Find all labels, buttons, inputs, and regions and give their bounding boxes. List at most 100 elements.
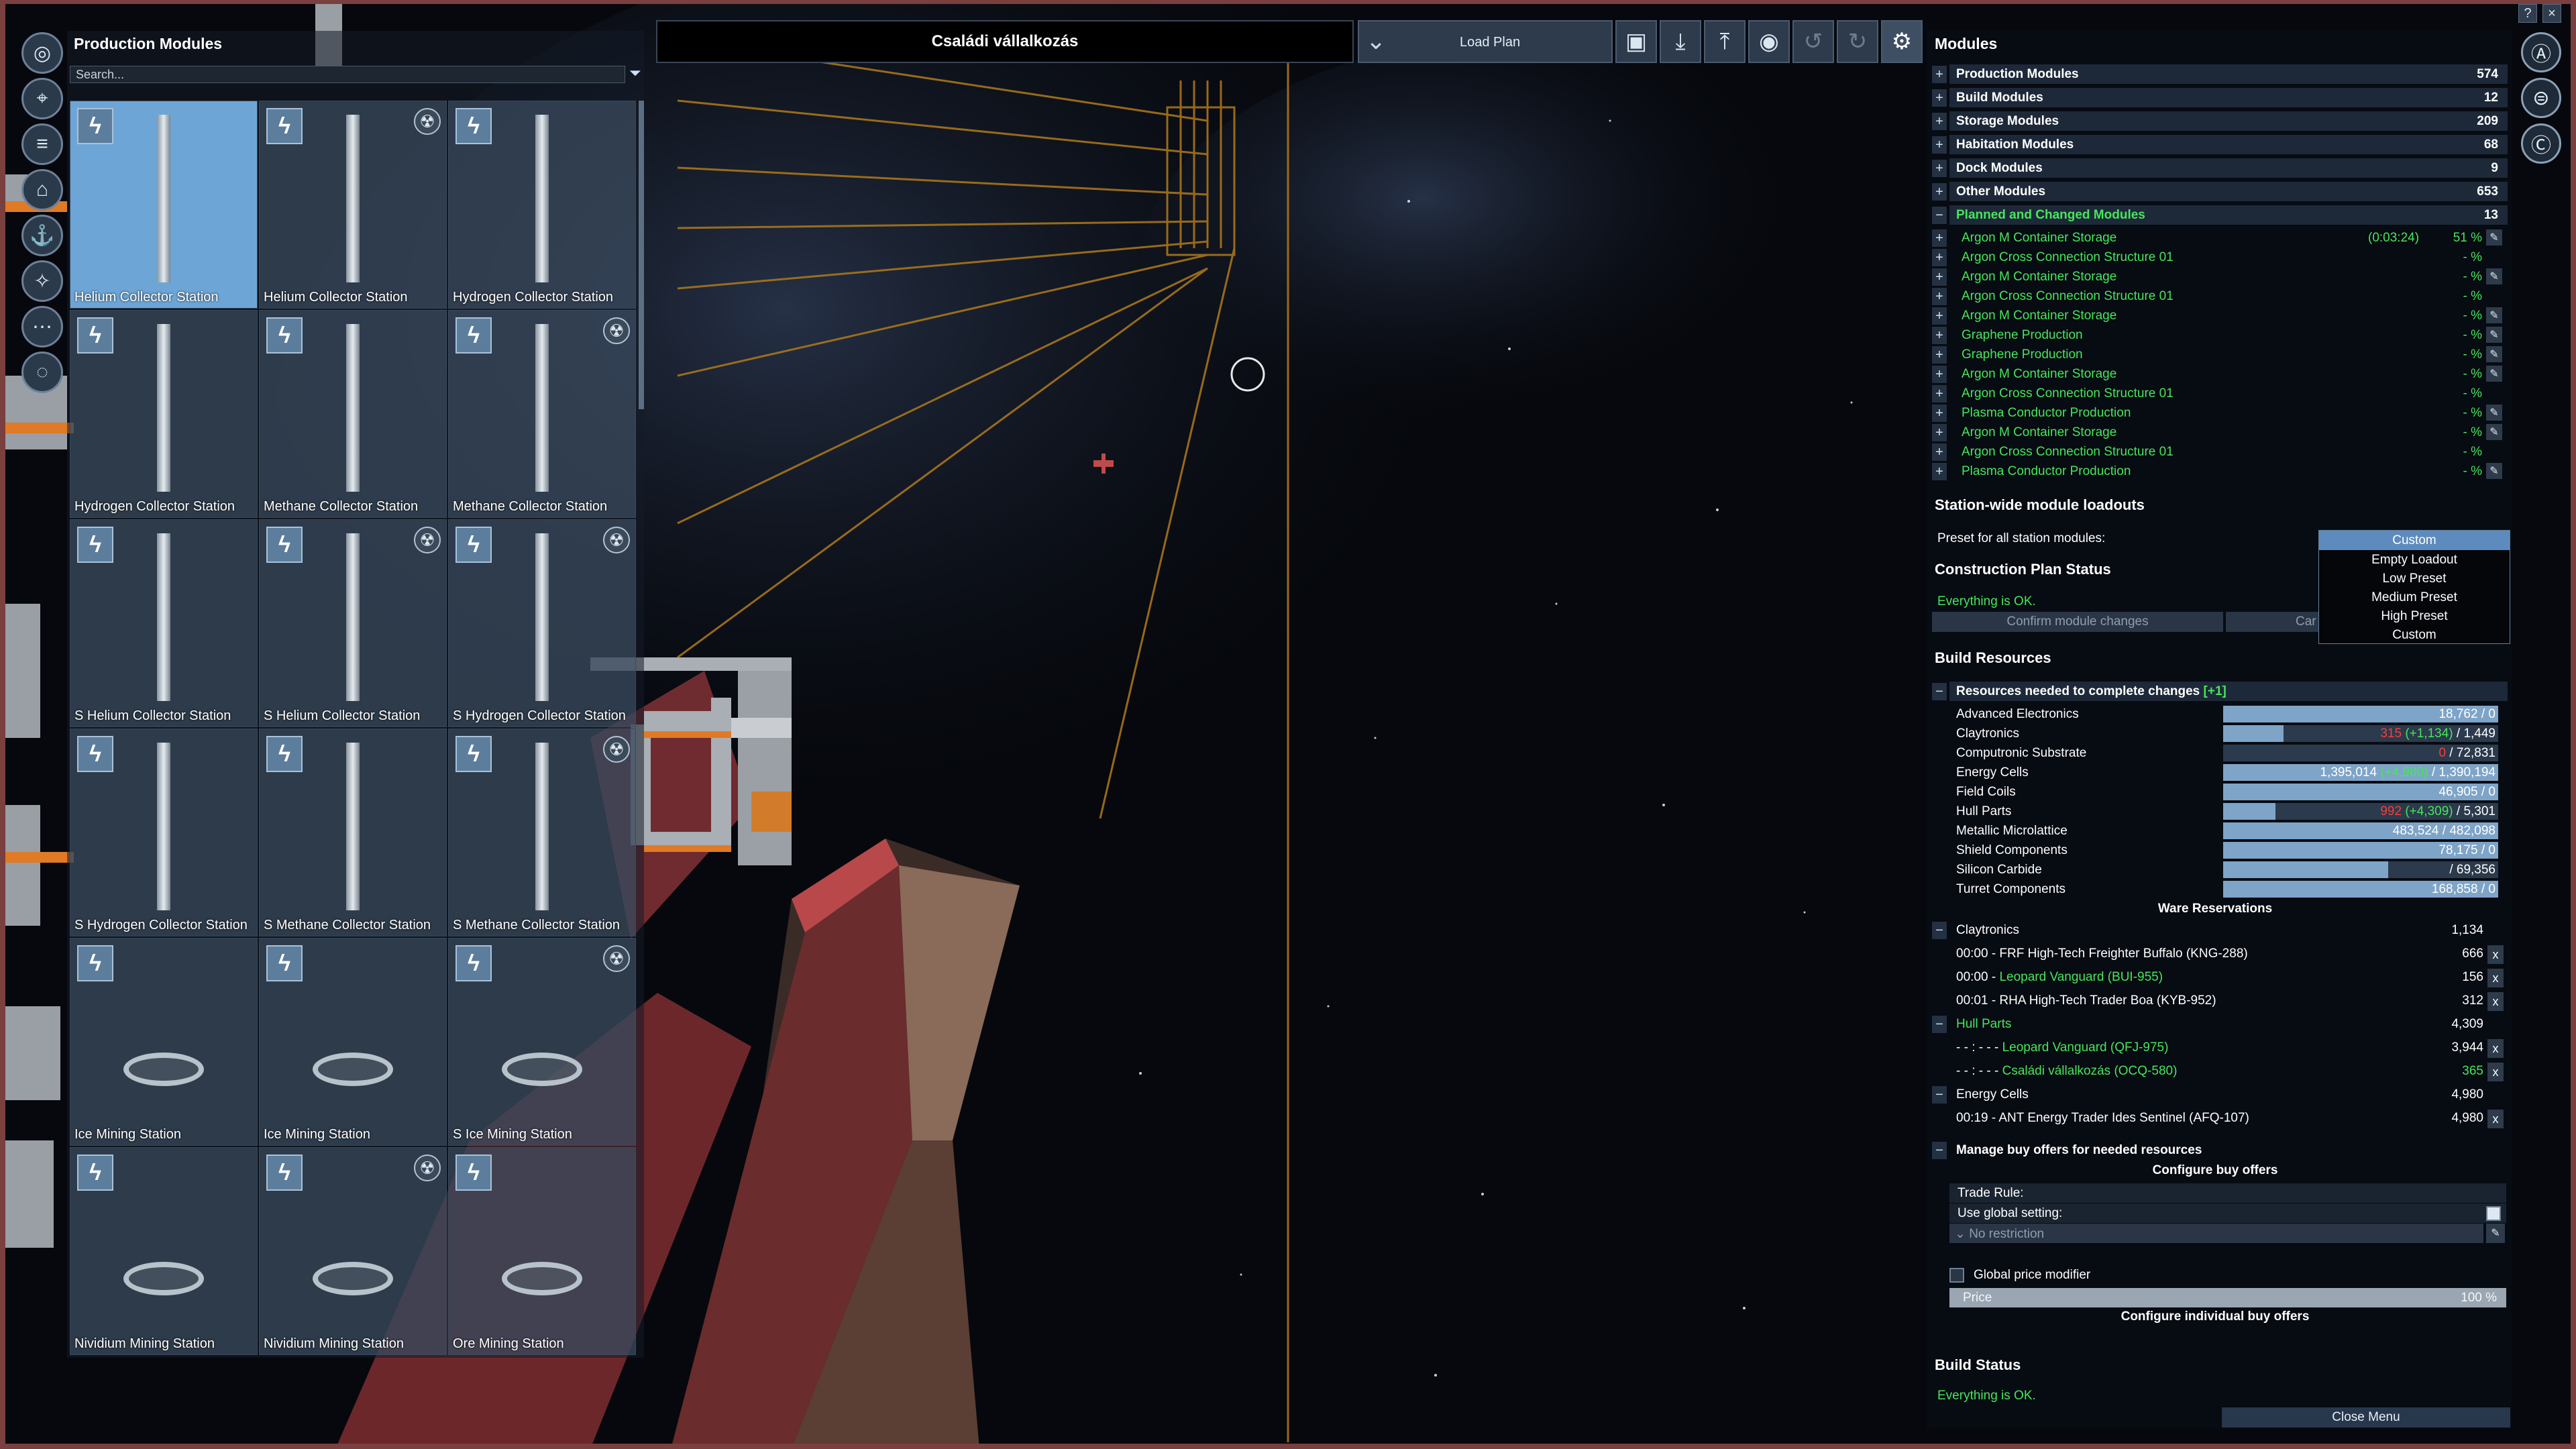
preset-dropdown-current[interactable]: Custom bbox=[2319, 531, 2510, 550]
module-tile[interactable]: ϟ S Methane Collector Station bbox=[259, 729, 447, 936]
reservation-entry[interactable]: 00:00 - Leopard Vanguard (BUI-955) 156 x bbox=[1932, 966, 2509, 989]
reservation-group-row[interactable]: − Hull Parts 4,309 bbox=[1932, 1013, 2509, 1036]
planned-module-row[interactable]: + Argon M Container Storage - % ✎ bbox=[1932, 267, 2509, 286]
module-tile[interactable]: ϟ Nividium Mining Station bbox=[70, 1147, 258, 1355]
home-icon[interactable]: ⌂ bbox=[21, 169, 63, 211]
module-tile[interactable]: ϟ Methane Collector Station bbox=[259, 310, 447, 518]
expand-icon[interactable]: + bbox=[1932, 229, 1947, 247]
global-price-checkbox[interactable] bbox=[1949, 1268, 1964, 1283]
planned-module-row[interactable]: + Plasma Conductor Production - % ✎ bbox=[1932, 403, 2509, 423]
trade-rule-dropdown[interactable]: ⌄ No restriction bbox=[1949, 1224, 2483, 1243]
save-icon[interactable]: ▣ bbox=[1615, 20, 1657, 63]
expand-icon[interactable]: + bbox=[1932, 366, 1947, 383]
expand-icon[interactable]: + bbox=[1932, 89, 1947, 107]
remove-reservation-button[interactable]: x bbox=[2487, 945, 2504, 964]
module-category-row[interactable]: + Habitation Modules 68 bbox=[1932, 135, 2509, 154]
module-tile[interactable]: ϟ S Hydrogen Collector Station bbox=[70, 729, 258, 936]
search-input[interactable]: Search... bbox=[70, 66, 625, 83]
info-icon[interactable]: ≡ bbox=[21, 123, 63, 165]
edit-icon[interactable]: ✎ bbox=[2486, 327, 2502, 343]
download-icon[interactable]: ⤓ bbox=[1660, 20, 1701, 63]
module-tile[interactable]: ϟ Ore Mining Station bbox=[448, 1147, 636, 1355]
reservation-group-row[interactable]: − Claytronics 1,134 bbox=[1932, 919, 2509, 942]
edit-icon[interactable]: ✎ bbox=[2486, 1224, 2505, 1243]
preset-option[interactable]: Empty Loadout bbox=[2319, 550, 2510, 570]
expand-icon[interactable]: + bbox=[1932, 249, 1947, 266]
module-tile[interactable]: ϟ Helium Collector Station bbox=[70, 101, 258, 309]
expand-icon[interactable]: + bbox=[1932, 307, 1947, 325]
module-tile[interactable]: ϟ ☢ Methane Collector Station bbox=[448, 310, 636, 518]
help-button[interactable]: ? bbox=[2518, 4, 2537, 23]
map-icon[interactable]: ⌖ bbox=[21, 78, 63, 119]
expand-icon[interactable]: + bbox=[1932, 113, 1947, 130]
undo-icon[interactable]: ↺ bbox=[1792, 20, 1834, 63]
module-tile[interactable]: ϟ Hydrogen Collector Station bbox=[70, 310, 258, 518]
planned-module-row[interactable]: + Plasma Conductor Production - % ✎ bbox=[1932, 462, 2509, 481]
collapse-icon[interactable]: − bbox=[1932, 922, 1947, 939]
remove-reservation-button[interactable]: x bbox=[2487, 992, 2504, 1011]
module-tile[interactable]: ϟ ☢ S Ice Mining Station bbox=[448, 938, 636, 1146]
collapse-icon[interactable]: − bbox=[1932, 207, 1947, 224]
module-category-row[interactable]: + Build Modules 12 bbox=[1932, 88, 2509, 107]
edit-icon[interactable]: ✎ bbox=[2486, 229, 2502, 246]
expand-icon[interactable]: + bbox=[1932, 346, 1947, 364]
edit-icon[interactable]: ✎ bbox=[2486, 405, 2502, 421]
reservation-entry[interactable]: 00:19 - ANT Energy Trader Ides Sentinel … bbox=[1932, 1107, 2509, 1130]
planned-module-row[interactable]: + Argon M Container Storage - % ✎ bbox=[1932, 423, 2509, 442]
module-tile[interactable]: ϟ Ice Mining Station bbox=[259, 938, 447, 1146]
module-category-row[interactable]: + Storage Modules 209 bbox=[1932, 111, 2509, 131]
module-tile[interactable]: ϟ Ice Mining Station bbox=[70, 938, 258, 1146]
preset-dropdown[interactable]: Custom Empty Loadout Low Preset Medium Pre… bbox=[2318, 530, 2510, 644]
preset-option[interactable]: Low Preset bbox=[2319, 569, 2510, 588]
expand-icon[interactable]: + bbox=[1932, 385, 1947, 402]
manage-buy-offers-header[interactable]: − Manage buy offers for needed resources bbox=[1932, 1140, 2509, 1160]
reservation-entry[interactable]: 00:01 - RHA High-Tech Trader Boa (KYB-95… bbox=[1932, 989, 2509, 1012]
module-tile[interactable]: ϟ ☢ Helium Collector Station bbox=[259, 101, 447, 309]
module-tile[interactable]: ϟ ☢ S Hydrogen Collector Station bbox=[448, 519, 636, 727]
module-category-row[interactable]: + Dock Modules 9 bbox=[1932, 158, 2509, 178]
confirm-module-changes-button[interactable]: Confirm module changes bbox=[1932, 612, 2223, 632]
collapse-icon[interactable]: − bbox=[1932, 1086, 1947, 1104]
expand-icon[interactable]: + bbox=[1932, 443, 1947, 461]
expand-icon[interactable]: + bbox=[1932, 463, 1947, 480]
reservation-entry[interactable]: 00:00 - FRF High-Tech Freighter Buffalo … bbox=[1932, 943, 2509, 965]
station-overview-icon[interactable]: ◎ bbox=[21, 32, 63, 74]
cancel-button[interactable]: Car bbox=[2226, 612, 2320, 632]
redo-icon[interactable]: ↻ bbox=[1837, 20, 1878, 63]
module-tile[interactable]: ϟ S Helium Collector Station bbox=[70, 519, 258, 727]
preset-option[interactable]: High Preset bbox=[2319, 606, 2510, 626]
expand-icon[interactable]: + bbox=[1932, 136, 1947, 154]
more-icon[interactable]: ⋯ bbox=[21, 306, 63, 347]
planned-module-row[interactable]: + Graphene Production - % ✎ bbox=[1932, 325, 2509, 345]
planned-module-row[interactable]: + Argon Cross Connection Structure 01 - % bbox=[1932, 384, 2509, 403]
player-icon[interactable]: Ⓐ bbox=[2521, 32, 2561, 72]
module-category-row[interactable]: + Production Modules 574 bbox=[1932, 64, 2509, 84]
collapse-icon[interactable]: − bbox=[1932, 1142, 1947, 1159]
remove-reservation-button[interactable]: x bbox=[2487, 1039, 2504, 1058]
planned-module-row[interactable]: + Argon M Container Storage - % ✎ bbox=[1932, 306, 2509, 325]
export-icon[interactable]: ⤒ bbox=[1704, 20, 1746, 63]
close-menu-button[interactable]: Close Menu bbox=[2222, 1407, 2510, 1428]
edit-icon[interactable]: ✎ bbox=[2486, 307, 2502, 323]
expand-icon[interactable]: + bbox=[1932, 424, 1947, 441]
edit-icon[interactable]: ✎ bbox=[2486, 366, 2502, 382]
navigation-icon[interactable]: ✧ bbox=[21, 260, 63, 302]
filter-icon[interactable]: ⏷ bbox=[629, 64, 643, 82]
module-tile[interactable]: ϟ ☢ S Helium Collector Station bbox=[259, 519, 447, 727]
expand-icon[interactable]: + bbox=[1932, 405, 1947, 422]
remove-reservation-button[interactable]: x bbox=[2487, 969, 2504, 987]
expand-icon[interactable]: + bbox=[1932, 268, 1947, 286]
collapse-icon[interactable]: − bbox=[1932, 683, 1947, 700]
planned-module-row[interactable]: + Argon Cross Connection Structure 01 - % bbox=[1932, 286, 2509, 306]
load-plan-dropdown[interactable]: ⌄ Load Plan bbox=[1358, 20, 1613, 63]
anchor-icon[interactable]: ⚓ bbox=[21, 215, 63, 256]
preset-option[interactable]: Custom bbox=[2319, 625, 2510, 645]
expand-icon[interactable]: + bbox=[1932, 160, 1947, 177]
reservation-entry[interactable]: - - : - - - Leopard Vanguard (QFJ-975) 3,… bbox=[1932, 1036, 2509, 1059]
expand-icon[interactable]: + bbox=[1932, 66, 1947, 83]
module-category-row[interactable]: + Other Modules 653 bbox=[1932, 182, 2509, 201]
collapse-icon[interactable]: − bbox=[1932, 1016, 1947, 1033]
eye-icon[interactable]: ◉ bbox=[1748, 20, 1790, 63]
reservation-entry[interactable]: - - : - - - Családi vállalkozás (OCQ-580… bbox=[1932, 1060, 2509, 1083]
planned-modules-header[interactable]: − Planned and Changed Modules 13 bbox=[1932, 205, 2509, 225]
